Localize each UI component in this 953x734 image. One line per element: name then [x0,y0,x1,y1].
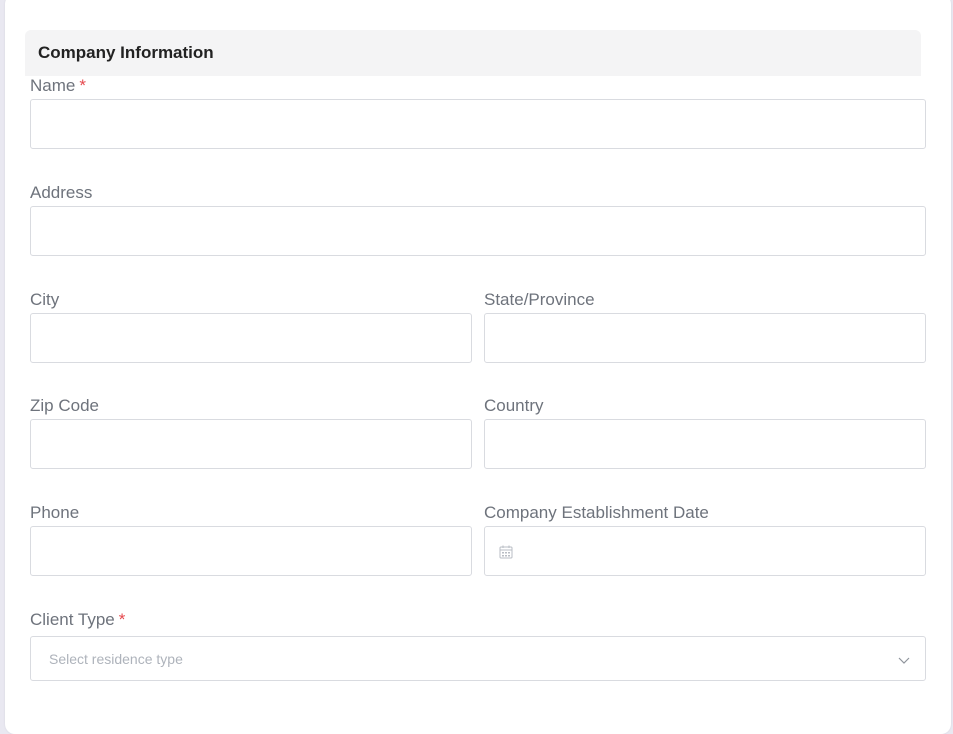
established-label: Company Establishment Date [484,503,709,522]
phone-input[interactable] [30,526,472,576]
address-input[interactable] [30,206,926,256]
phone-label: Phone [30,503,80,522]
zip-label: Zip Code [30,396,99,415]
required-marker: * [118,610,126,629]
name-label: Name * [30,76,86,95]
address-label: Address [30,183,93,202]
name-input[interactable] [30,99,926,149]
zip-input[interactable] [30,419,472,469]
client-type-select[interactable]: Select residence type [30,636,926,681]
client-type-label: Client Type * [30,610,126,629]
city-label: City [30,290,60,309]
section-title: Company Information [38,43,214,62]
city-input[interactable] [30,313,472,363]
calendar-icon[interactable] [499,545,513,559]
country-input[interactable] [484,419,926,469]
state-input[interactable] [484,313,926,363]
section-header: Company Information [25,30,921,76]
chevron-down-icon[interactable] [897,653,911,667]
state-label: State/Province [484,290,595,309]
required-marker: * [79,76,86,95]
client-type-placeholder: Select residence type [49,650,183,667]
country-label: Country [484,396,544,415]
established-date-input[interactable] [484,526,926,576]
